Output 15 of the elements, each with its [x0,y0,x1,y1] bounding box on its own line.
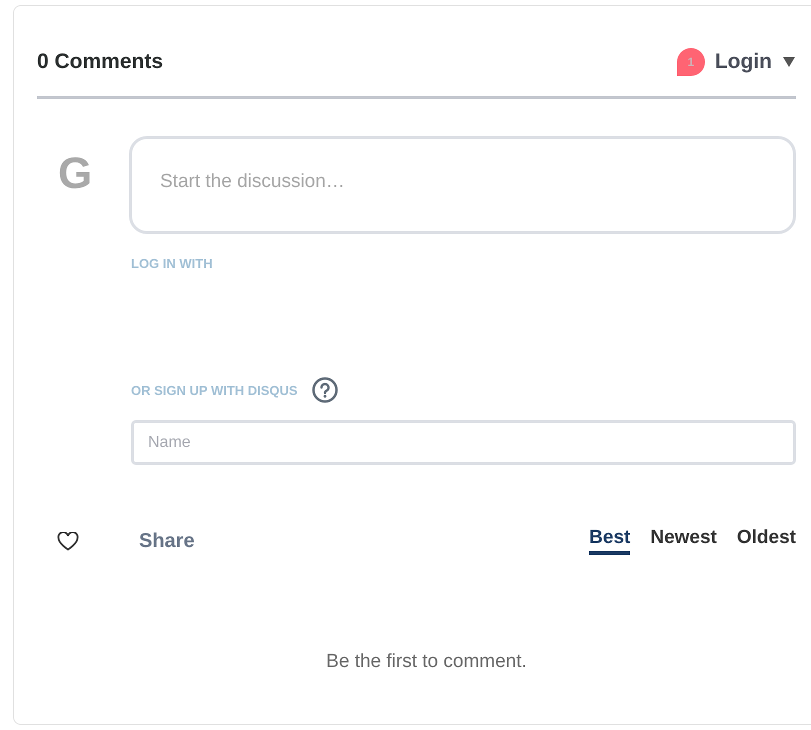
sort-tab[interactable]: Newest [650,527,717,555]
name-field[interactable]: Name [131,420,796,465]
login-button[interactable]: Login [714,50,772,74]
sort-tab[interactable]: Oldest [736,527,796,555]
sort-tab[interactable]: Best [589,527,630,555]
comment-field[interactable]: Start the discussion… [129,136,796,234]
share-button[interactable]: Share [139,530,195,552]
avatar-letter: G [57,152,94,200]
comment-count: 0 Comments [37,50,164,74]
help-icon[interactable] [312,377,338,403]
signup-label: OR SIGN UP WITH DISQUS [130,382,298,398]
caret-icon[interactable] [782,56,796,68]
heart-icon[interactable] [57,532,79,550]
empty-message: Be the first to comment. [325,651,528,673]
login-with-label: LOG IN WITH [130,256,214,271]
